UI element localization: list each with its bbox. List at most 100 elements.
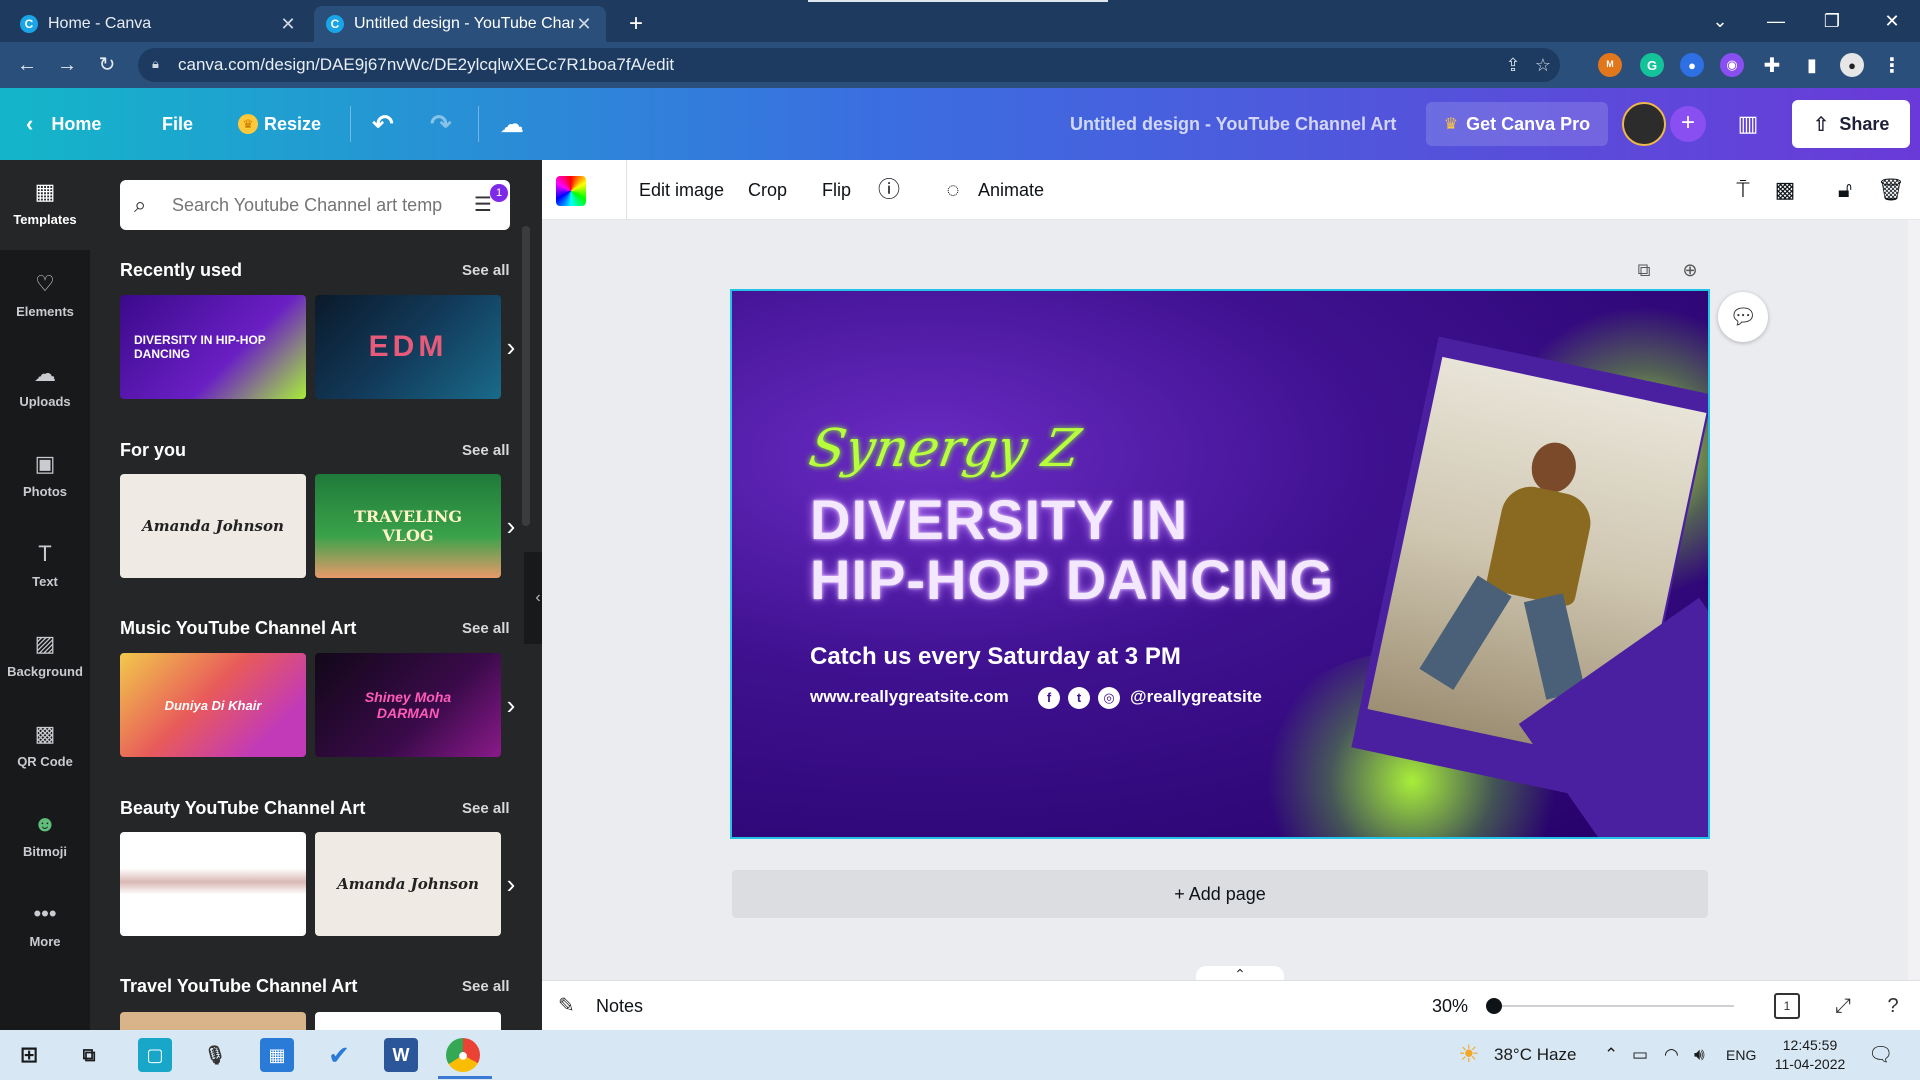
cloud-saved-icon[interactable]: ☁	[500, 88, 524, 160]
bookmark-star-icon[interactable]: ☆	[1532, 54, 1554, 76]
avatar[interactable]	[1622, 102, 1666, 146]
windows-start-icon[interactable]: ⊞	[12, 1038, 46, 1072]
rail-item-more[interactable]: ••• More	[0, 882, 90, 964]
rail-item-photos[interactable]: ▣ Photos	[0, 432, 90, 514]
see-all-link[interactable]: See all	[462, 978, 510, 995]
tab-search-icon[interactable]: ⌄	[1694, 0, 1746, 42]
get-canva-pro-button[interactable]: ♛ Get Canva Pro	[1426, 102, 1608, 146]
weather-text[interactable]: 38°C Haze	[1494, 1030, 1576, 1080]
todo-app-icon[interactable]: ✔	[322, 1038, 356, 1072]
profile-avatar-icon[interactable]: ●	[1840, 53, 1864, 77]
chevron-right-icon[interactable]: ›	[496, 832, 526, 936]
headline-line-1[interactable]: DIVERSITY IN	[810, 487, 1188, 552]
browser-menu-icon[interactable]: ⋮	[1880, 53, 1904, 77]
zoom-slider-track[interactable]	[1494, 1005, 1734, 1007]
see-all-link[interactable]: See all	[462, 620, 510, 637]
rail-item-text[interactable]: T Text	[0, 522, 90, 604]
rail-item-elements[interactable]: ♡ Elements	[0, 252, 90, 334]
fullscreen-icon[interactable]: ⤢	[1828, 991, 1858, 1021]
omnibox[interactable]: 🔒︎ canva.com/design/DAE9j67nvWc/DE2ylcql…	[138, 48, 1560, 82]
template-thumbnail[interactable]: Shiney Moha DARMAN	[315, 653, 501, 757]
redo-icon[interactable]: ↷	[430, 88, 452, 160]
search-input[interactable]	[172, 190, 462, 220]
see-all-link[interactable]: See all	[462, 442, 510, 459]
schedule-text[interactable]: Catch us every Saturday at 3 PM	[810, 643, 1181, 671]
system-clock[interactable]: 12:45:59 11-04-2022	[1760, 1036, 1860, 1074]
undo-icon[interactable]: ↶	[372, 88, 394, 160]
see-all-link[interactable]: See all	[462, 262, 510, 279]
browser-tab-home[interactable]: C Home - Canva ✕	[8, 6, 310, 42]
add-comment-icon[interactable]: 💬︎	[1718, 292, 1768, 342]
close-icon[interactable]: ✕	[574, 14, 594, 35]
template-thumbnail[interactable]: TRAVELING VLOG	[315, 474, 501, 578]
notes-button[interactable]: Notes	[596, 981, 643, 1031]
notification-icon[interactable]: 🗨︎	[1868, 1030, 1893, 1080]
rail-item-bitmoji[interactable]: ☻ Bitmoji	[0, 792, 90, 874]
website-text[interactable]: www.reallygreatsite.com	[810, 687, 1009, 707]
add-page-icon[interactable]: ⊕	[1676, 256, 1704, 284]
vertical-scrollbar[interactable]	[1908, 220, 1920, 980]
task-view-icon[interactable]: ⧉	[72, 1038, 106, 1072]
app-icon[interactable]: ▢	[138, 1038, 172, 1072]
language-indicator[interactable]: ENG	[1726, 1030, 1756, 1080]
chevron-right-icon[interactable]: ›	[496, 653, 526, 757]
share-page-icon[interactable]: ⇪	[1502, 54, 1524, 76]
browser-tab-design[interactable]: C Untitled design - YouTube Chann ✕	[314, 6, 606, 42]
insights-chart-icon[interactable]: ▥	[1728, 102, 1768, 146]
animate-icon[interactable]: ◌	[938, 175, 968, 205]
template-thumbnail[interactable]: Duniya Di Khair	[120, 653, 306, 757]
share-button[interactable]: ⇧ Share	[1792, 100, 1910, 148]
animate-button[interactable]: Animate	[978, 160, 1044, 220]
info-icon[interactable]: ⓘ	[874, 175, 904, 205]
edit-image-button[interactable]: Edit image	[626, 160, 724, 220]
metamask-extension-icon[interactable]: ᴹ	[1598, 53, 1622, 77]
reload-icon[interactable]: ↻	[92, 50, 122, 80]
minimize-icon[interactable]: —	[1750, 0, 1802, 42]
side-panel-icon[interactable]: ▮	[1800, 53, 1824, 77]
chevron-up-icon[interactable]: ⌃	[1604, 1030, 1618, 1080]
lock-icon[interactable]: 🔓︎	[1830, 175, 1860, 205]
window-close-icon[interactable]: ✕	[1866, 0, 1918, 42]
transparency-icon[interactable]: ▩	[1770, 175, 1800, 205]
template-thumbnail[interactable]: EDM	[315, 295, 501, 399]
panel-scrollbar[interactable]	[522, 226, 530, 526]
rail-item-qr-code[interactable]: ▩ QR Code	[0, 702, 90, 784]
color-picker-swatch[interactable]	[556, 176, 586, 206]
zoom-slider-handle[interactable]	[1486, 998, 1502, 1014]
close-icon[interactable]: ✕	[278, 14, 298, 35]
duplicate-page-icon[interactable]: ⧉	[1630, 256, 1658, 284]
home-button[interactable]: ‹ Home	[26, 88, 101, 160]
flip-button[interactable]: Flip	[822, 160, 851, 220]
word-app-icon[interactable]: W	[384, 1038, 418, 1072]
restore-icon[interactable]: ❐	[1806, 0, 1858, 42]
see-all-link[interactable]: See all	[462, 800, 510, 817]
headline-line-2[interactable]: HIP-HOP DANCING	[810, 547, 1334, 612]
back-icon[interactable]: ←	[12, 50, 42, 80]
file-menu-button[interactable]: File	[162, 88, 193, 160]
help-icon[interactable]: ?	[1878, 991, 1908, 1021]
battery-icon[interactable]: ▭	[1632, 1030, 1648, 1080]
crop-button[interactable]: Crop	[748, 160, 787, 220]
template-thumbnail[interactable]: Amanda Johnson	[120, 474, 306, 578]
paint-format-icon[interactable]: ⍑	[1728, 175, 1758, 205]
template-thumbnail[interactable]	[120, 1012, 306, 1030]
notes-icon[interactable]: ✎	[558, 993, 584, 1019]
invite-plus-button[interactable]: +	[1670, 106, 1706, 142]
template-thumbnail[interactable]	[120, 832, 306, 936]
volume-icon[interactable]: 🔊︎	[1694, 1030, 1705, 1080]
store-app-icon[interactable]: ▦	[260, 1038, 294, 1072]
design-canvas[interactable]: Synergy Z DIVERSITY IN HIP-HOP DANCING C…	[730, 289, 1710, 839]
extensions-puzzle-icon[interactable]: ✚	[1760, 53, 1784, 77]
design-title[interactable]: Untitled design - YouTube Channel Art	[1070, 88, 1396, 160]
chrome-app-icon[interactable]: ●	[446, 1038, 480, 1072]
zoom-level[interactable]: 30%	[1408, 981, 1468, 1031]
resize-button[interactable]: ♛ Resize	[238, 88, 321, 160]
script-title-text[interactable]: Synergy Z	[805, 419, 1085, 479]
template-thumbnail[interactable]: DIVERSITY IN HIP-HOP DANCING	[120, 295, 306, 399]
grammarly-extension-icon[interactable]: G	[1640, 53, 1664, 77]
add-page-button[interactable]: + Add page	[732, 870, 1708, 918]
wifi-icon[interactable]: ◠	[1664, 1030, 1679, 1080]
rail-item-templates[interactable]: ▦ Templates	[0, 160, 90, 250]
new-tab-button[interactable]: +	[620, 8, 652, 40]
social-handle-text[interactable]: @reallygreatsite	[1130, 687, 1262, 707]
